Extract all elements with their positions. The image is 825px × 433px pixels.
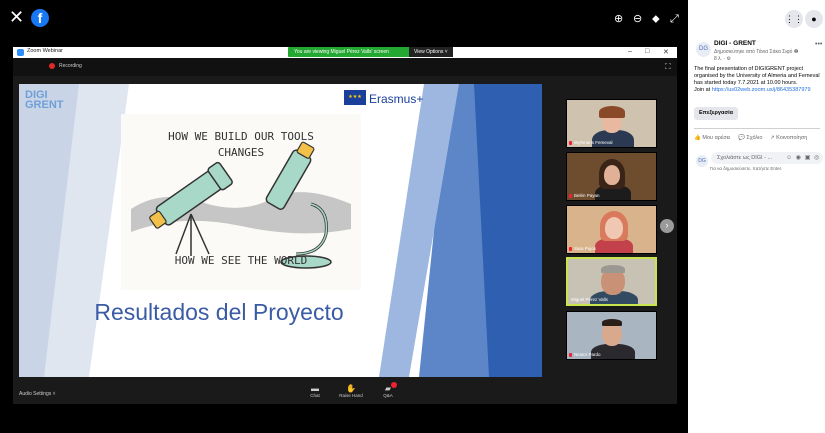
sketch-top-text: HOW WE BUILD OUR TOOLS CHANGES xyxy=(168,130,314,159)
post-time[interactable]: 8 λ. · ⚙ xyxy=(714,56,731,62)
close-icon[interactable]: ✕ xyxy=(9,8,24,26)
comment-attachment-icons[interactable]: ☺ ◉ ▣ ◎ xyxy=(786,154,820,161)
recording-label: Recording xyxy=(59,63,82,69)
participant-tile[interactable]: Nestor Pardo xyxy=(566,311,657,360)
comment-input[interactable]: Σχολιάστε ως DIGI - ... ☺ ◉ ▣ ◎ xyxy=(711,152,823,164)
commenter-avatar: DG xyxy=(696,155,708,167)
fullscreen-icon[interactable]: ⛶ xyxy=(665,62,671,72)
viewing-banner: You are viewing Miguel Pérez Valls' scre… xyxy=(288,47,426,57)
participant-tile[interactable]: Sara Pujos xyxy=(566,205,657,254)
meeting-controls-bar: Audio Settings ˄ ▬ Chat ✋ Raise Hand ▰ Q… xyxy=(13,382,677,404)
next-participants-button[interactable]: › xyxy=(660,219,674,233)
zoom-titlebar: Zoom Webinar You are viewing Miguel Pére… xyxy=(13,47,677,58)
sketch-illustration: HOW WE BUILD OUR TOOLS CHANGES HOW WE SE… xyxy=(121,114,361,290)
viewing-banner-text: You are viewing Miguel Pérez Valls' scre… xyxy=(294,49,389,55)
window-close-icon[interactable]: ✕ xyxy=(663,48,669,56)
erasmus-logo: Erasmus+ xyxy=(369,92,424,106)
maximize-icon[interactable]: □ xyxy=(645,48,649,55)
divider xyxy=(694,128,820,129)
post-author-line: Δημοσιεύτηκε από Τάνια Σάκα Σιφό ❷ xyxy=(714,49,799,55)
post-sidebar: ⋮⋮ ● DG DIGI - GRENT Δημοσιεύτηκε από Τά… xyxy=(688,0,825,433)
page-name[interactable]: DIGI - GRENT xyxy=(714,40,756,47)
participant-tile-active-speaker[interactable]: Miguel Pérez Valls xyxy=(566,257,657,306)
zoom-app-icon xyxy=(17,49,24,56)
comment-placeholder: Σχολιάστε ως DIGI - ... xyxy=(717,155,773,161)
participant-tile[interactable]: Belén Payan xyxy=(566,152,657,201)
zoom-out-icon[interactable]: ⊖ xyxy=(633,14,642,25)
post-actions: 👍 Μου αρέσει 💬 Σχόλιο ↗ Κοινοποίηση xyxy=(694,135,824,141)
qa-button[interactable]: ▰ Q&A xyxy=(373,384,403,398)
zoom-in-icon[interactable]: ⊕ xyxy=(614,14,623,25)
zoom-window: Zoom Webinar You are viewing Miguel Pére… xyxy=(13,47,677,404)
participant-name: Miguel Pérez Valls xyxy=(571,297,608,302)
participant-name: Sara Pujos xyxy=(574,246,597,251)
zoom-join-link[interactable]: https://us02web.zoom.us/j/86435387979 xyxy=(712,87,811,93)
slide-title: Resultados del Proyecto xyxy=(94,299,344,325)
tag-icon[interactable]: ⬥ xyxy=(652,14,660,25)
facebook-logo[interactable]: f xyxy=(31,9,49,27)
chat-button[interactable]: ▬ Chat xyxy=(300,384,330,398)
post-text: The final presentation of DIGIGRENT proj… xyxy=(694,66,820,93)
photo-viewer: ✕ f ⊕ ⊖ ⬥ ⤢ Zoom Webinar You are viewing… xyxy=(0,0,688,433)
qa-icon: ▰ xyxy=(384,384,392,393)
share-button[interactable]: ↗ Κοινοποίηση xyxy=(770,135,810,141)
muted-mic-icon xyxy=(569,353,572,357)
muted-mic-icon xyxy=(569,194,572,198)
comment-button[interactable]: 💬 Σχόλιο xyxy=(738,135,766,141)
minimize-icon[interactable]: – xyxy=(628,48,632,55)
messenger-icon[interactable]: ● xyxy=(805,10,823,28)
participant-name: Belén Payan xyxy=(574,193,600,198)
raise-hand-icon: ✋ xyxy=(346,384,356,393)
expand-icon[interactable]: ⤢ xyxy=(670,14,679,25)
shared-slide: DIGI GRENT ★★★ Erasmus+ HOW WE BUILD OUR… xyxy=(19,84,542,377)
participant-name: Wyhmaris Femeval xyxy=(574,140,613,145)
like-button[interactable]: 👍 Μου αρέσει xyxy=(694,135,733,141)
recording-bar: Recording ⛶ xyxy=(13,58,677,76)
avatar[interactable]: DG xyxy=(696,42,711,57)
raise-hand-button[interactable]: ✋ Raise Hand xyxy=(336,384,366,398)
menu-grid-icon[interactable]: ⋮⋮ xyxy=(785,10,803,28)
digi-grent-logo: DIGI GRENT xyxy=(25,89,64,111)
recording-icon xyxy=(49,63,55,69)
participant-name: Nestor Pardo xyxy=(574,352,601,357)
comment-hint: Για να δημοσιεύσετε, πατήστε Enter. xyxy=(710,166,783,171)
audio-settings-button[interactable]: Audio Settings ˄ xyxy=(19,391,56,397)
more-options-icon[interactable]: ••• xyxy=(815,41,822,48)
muted-mic-icon xyxy=(569,247,572,251)
chat-icon: ▬ xyxy=(311,384,319,393)
participant-tile[interactable]: Wyhmaris Femeval xyxy=(566,99,657,148)
eu-flag-icon: ★★★ xyxy=(344,90,366,105)
muted-mic-icon xyxy=(569,141,572,145)
sketch-bottom-text: HOW WE SEE THE WORLD xyxy=(174,254,308,267)
view-options-button[interactable]: View Options ˅ xyxy=(409,47,453,57)
qa-notification-badge xyxy=(391,382,397,388)
zoom-window-title: Zoom Webinar xyxy=(27,48,63,54)
edit-button[interactable]: Επεξεργασία xyxy=(694,107,738,120)
